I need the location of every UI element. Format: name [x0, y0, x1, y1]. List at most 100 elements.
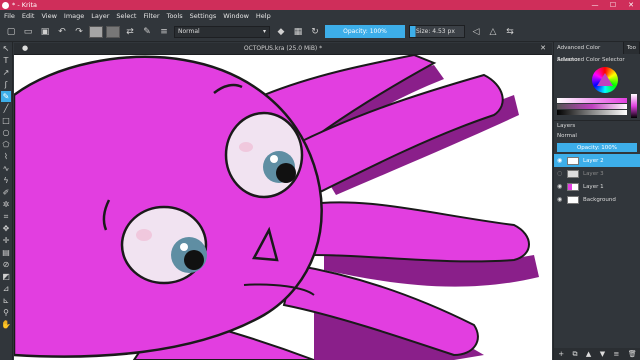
right-dock: Advanced Color Selector Too Advanced Col… — [553, 42, 640, 360]
move-layer-down-icon[interactable]: ▼ — [600, 350, 605, 358]
color-shade-bars[interactable] — [557, 98, 627, 116]
add-layer-icon[interactable]: + — [558, 350, 564, 358]
layers-blend-mode[interactable]: Normal — [554, 131, 640, 141]
text-tool-icon[interactable]: T — [1, 55, 11, 66]
crop-tool-icon[interactable]: ⌗ — [1, 211, 11, 222]
wrap-around-icon[interactable]: ⇆ — [503, 25, 517, 39]
freehand-brush-icon[interactable]: ✎ — [1, 91, 11, 102]
color-triangle[interactable] — [597, 73, 613, 86]
krita-logo-icon — [2, 1, 9, 9]
open-document-icon[interactable]: ▭ — [21, 25, 35, 39]
assistant-tool-icon[interactable]: ⊿ — [1, 283, 11, 294]
redo-icon[interactable]: ↷ — [72, 25, 86, 39]
swap-colors-icon[interactable]: ⇄ — [123, 25, 137, 39]
mirror-vertical-icon[interactable]: △ — [486, 25, 500, 39]
layer-name: Layer 1 — [583, 183, 604, 190]
opacity-slider[interactable]: Opacity: 100% — [325, 25, 405, 38]
layer-row[interactable]: ◉ Background — [554, 193, 640, 206]
layer-row[interactable]: ◉ Layer 2 — [554, 154, 640, 167]
rectangle-tool-icon[interactable]: □ — [1, 115, 11, 126]
save-icon[interactable]: ▣ — [38, 25, 52, 39]
layer-opacity-slider[interactable]: Opacity: 100% — [557, 143, 637, 152]
tab-tool-options[interactable]: Too — [624, 42, 640, 54]
menu-window[interactable]: Window — [223, 12, 249, 20]
background-color-swatch[interactable] — [106, 25, 120, 38]
bezier-tool-icon[interactable]: ∿ — [1, 163, 11, 174]
close-document-icon[interactable]: ✕ — [540, 44, 546, 52]
main-toolbar: ▢ ▭ ▣ ↶ ↷ ⇄ ✎ ≡ Normal ▾ ◆ ▦ ↻ Opacity: … — [0, 22, 640, 42]
dock-tab-bar: Advanced Color Selector Too — [554, 42, 640, 63]
transform-tool-icon[interactable]: ✥ — [1, 223, 11, 234]
reload-preset-icon[interactable]: ↻ — [308, 25, 322, 39]
menu-view[interactable]: View — [41, 12, 56, 20]
preserve-alpha-icon[interactable]: ▦ — [291, 25, 305, 39]
drawing-canvas[interactable] — [14, 55, 552, 360]
right-eye — [224, 111, 304, 199]
minimize-button[interactable]: — — [586, 1, 604, 9]
delete-layer-icon[interactable]: 🗑 — [628, 350, 637, 358]
brush-size-slider[interactable]: Size: 4.53 px — [409, 25, 465, 38]
menu-layer[interactable]: Layer — [91, 12, 109, 20]
eraser-mode-icon[interactable]: ◆ — [274, 25, 288, 39]
window-title: * - Krita — [12, 1, 38, 9]
dynamic-brush-icon[interactable]: ✐ — [1, 187, 11, 198]
menu-filter[interactable]: Filter — [143, 12, 159, 20]
edit-shapes-icon[interactable]: ↗ — [1, 67, 11, 78]
color-picker-icon[interactable]: ⊘ — [1, 259, 11, 270]
document-tab-title[interactable]: OCTOPUS.kra (25.0 MiB) * — [14, 45, 552, 52]
menu-edit[interactable]: Edit — [22, 12, 35, 20]
layer-thumbnail — [567, 195, 579, 204]
layer-name: Layer 3 — [583, 170, 604, 177]
ellipse-tool-icon[interactable]: ○ — [1, 127, 11, 138]
new-document-icon[interactable]: ▢ — [4, 25, 18, 39]
layer-thumbnail — [567, 182, 579, 191]
layer-row[interactable]: ○ Layer 3 — [554, 167, 640, 180]
layer-name: Layer 2 — [583, 157, 604, 164]
mirror-horizontal-icon[interactable]: ◁ — [469, 25, 483, 39]
polyline-tool-icon[interactable]: ⌇ — [1, 151, 11, 162]
visibility-eye-icon[interactable]: ◉ — [557, 183, 564, 190]
freehand-path-icon[interactable]: ϟ — [1, 175, 11, 186]
maximize-button[interactable]: ☐ — [604, 1, 622, 9]
select-shapes-icon[interactable]: ↖ — [1, 43, 11, 54]
move-layer-up-icon[interactable]: ▲ — [586, 350, 591, 358]
duplicate-layer-icon[interactable]: ⧉ — [573, 350, 578, 359]
polygon-tool-icon[interactable]: ⬠ — [1, 139, 11, 150]
visibility-eye-icon[interactable]: ◉ — [557, 196, 564, 203]
toolbox: ↖ T ↗ ʃ ✎ ╱ □ ○ ⬠ ⌇ ∿ ϟ ✐ ✲ ⌗ ✥ ✛ ▤ ⊘ ◩ … — [0, 42, 13, 360]
value-slider[interactable] — [631, 94, 637, 118]
menu-bar: File Edit View Image Layer Select Filter… — [0, 10, 640, 22]
undo-icon[interactable]: ↶ — [55, 25, 69, 39]
octopus-artwork — [14, 55, 539, 360]
layer-row[interactable]: ◉ Layer 1 — [554, 180, 640, 193]
menu-file[interactable]: File — [4, 12, 15, 20]
brush-preset-icon[interactable]: ✎ — [140, 25, 154, 39]
tab-advanced-color-selector[interactable]: Advanced Color Selector — [554, 42, 624, 63]
advanced-color-selector[interactable] — [554, 64, 640, 120]
menu-image[interactable]: Image — [64, 12, 84, 20]
close-button[interactable]: ✕ — [622, 1, 640, 9]
layers-panel-title: Layers — [554, 120, 640, 131]
brush-settings-icon[interactable]: ≡ — [157, 25, 171, 39]
pan-tool-icon[interactable]: ✋ — [1, 319, 11, 330]
measure-tool-icon[interactable]: ⊾ — [1, 295, 11, 306]
menu-settings[interactable]: Settings — [190, 12, 217, 20]
visibility-hidden-icon[interactable]: ○ — [557, 170, 564, 177]
gradient-tool-icon[interactable]: ▤ — [1, 247, 11, 258]
document-tab-bar: ● OCTOPUS.kra (25.0 MiB) * ✕ — [14, 43, 552, 55]
move-tool-icon[interactable]: ✛ — [1, 235, 11, 246]
layer-properties-icon[interactable]: ≡ — [614, 350, 620, 358]
fill-tool-icon[interactable]: ◩ — [1, 271, 11, 282]
blend-mode-select[interactable]: Normal ▾ — [174, 25, 270, 38]
visibility-eye-icon[interactable]: ◉ — [557, 157, 564, 164]
multibrush-icon[interactable]: ✲ — [1, 199, 11, 210]
line-tool-icon[interactable]: ╱ — [1, 103, 11, 114]
foreground-color-swatch[interactable] — [89, 25, 103, 38]
menu-tools[interactable]: Tools — [167, 12, 183, 20]
title-bar: * - Krita — ☐ ✕ — [0, 0, 640, 10]
calligraphy-icon[interactable]: ʃ — [1, 79, 11, 90]
chevron-down-icon: ▾ — [262, 28, 266, 35]
zoom-tool-icon[interactable]: ⚲ — [1, 307, 11, 318]
menu-help[interactable]: Help — [256, 12, 271, 20]
menu-select[interactable]: Select — [116, 12, 136, 20]
